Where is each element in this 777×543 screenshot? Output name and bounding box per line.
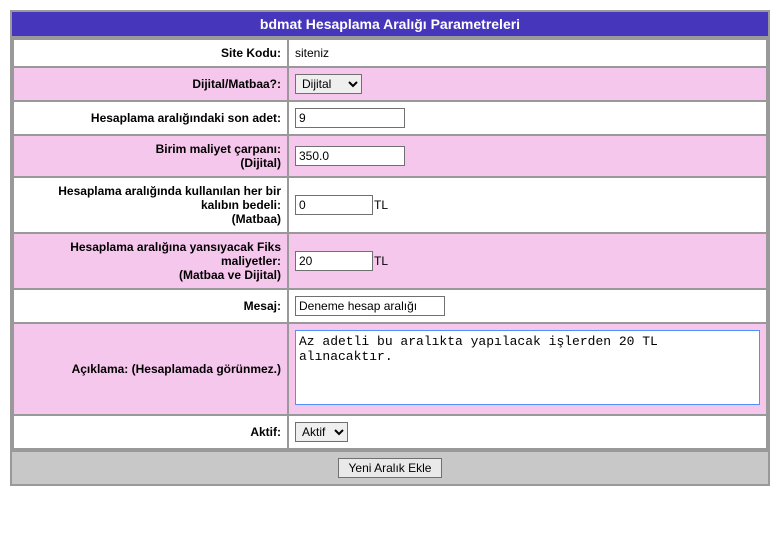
label-fiks-line3: (Matbaa ve Dijital): [179, 268, 281, 282]
label-fiks: Hesaplama aralığına yansıyacak Fiks mali…: [14, 234, 287, 288]
label-aciklama: Açıklama: (Hesaplamada görünmez.): [14, 324, 287, 414]
input-kalip[interactable]: [295, 195, 373, 215]
input-carpan[interactable]: [295, 146, 405, 166]
label-carpan-line1: Birim maliyet çarpanı:: [156, 142, 281, 156]
textarea-aciklama[interactable]: [295, 330, 760, 405]
select-dijital-matbaa[interactable]: Dijital Matbaa: [295, 74, 362, 94]
label-fiks-line2: maliyetler:: [221, 254, 281, 268]
label-kalip: Hesaplama aralığında kullanılan her bir …: [14, 178, 287, 232]
label-fiks-line1: Hesaplama aralığına yansıyacak Fiks: [70, 240, 281, 254]
label-site-kodu: Site Kodu:: [14, 40, 287, 66]
label-kalip-line2: kalıbın bedeli:: [201, 198, 281, 212]
label-kalip-line1: Hesaplama aralığında kullanılan her bir: [58, 184, 281, 198]
panel-header: bdmat Hesaplama Aralığı Parametreleri: [12, 12, 768, 38]
select-aktif[interactable]: Aktif Pasif: [295, 422, 348, 442]
label-carpan: Birim maliyet çarpanı: (Dijital): [14, 136, 287, 176]
input-son-adet[interactable]: [295, 108, 405, 128]
label-carpan-line2: (Dijital): [240, 156, 281, 170]
unit-kalip: TL: [374, 198, 388, 212]
form-table: Site Kodu: siteniz Dijital/Matbaa?: Diji…: [12, 38, 768, 450]
label-mesaj: Mesaj:: [14, 290, 287, 322]
form-panel: bdmat Hesaplama Aralığı Parametreleri Si…: [10, 10, 770, 486]
unit-fiks: TL: [374, 254, 388, 268]
label-son-adet: Hesaplama aralığındaki son adet:: [14, 102, 287, 134]
label-kalip-line3: (Matbaa): [232, 212, 281, 226]
add-range-button[interactable]: Yeni Aralık Ekle: [338, 458, 443, 478]
label-aktif: Aktif:: [14, 416, 287, 448]
input-mesaj[interactable]: [295, 296, 445, 316]
value-site-kodu: siteniz: [289, 40, 766, 66]
label-dijital-matbaa: Dijital/Matbaa?:: [14, 68, 287, 100]
input-fiks[interactable]: [295, 251, 373, 271]
footer-bar: Yeni Aralık Ekle: [12, 450, 768, 484]
